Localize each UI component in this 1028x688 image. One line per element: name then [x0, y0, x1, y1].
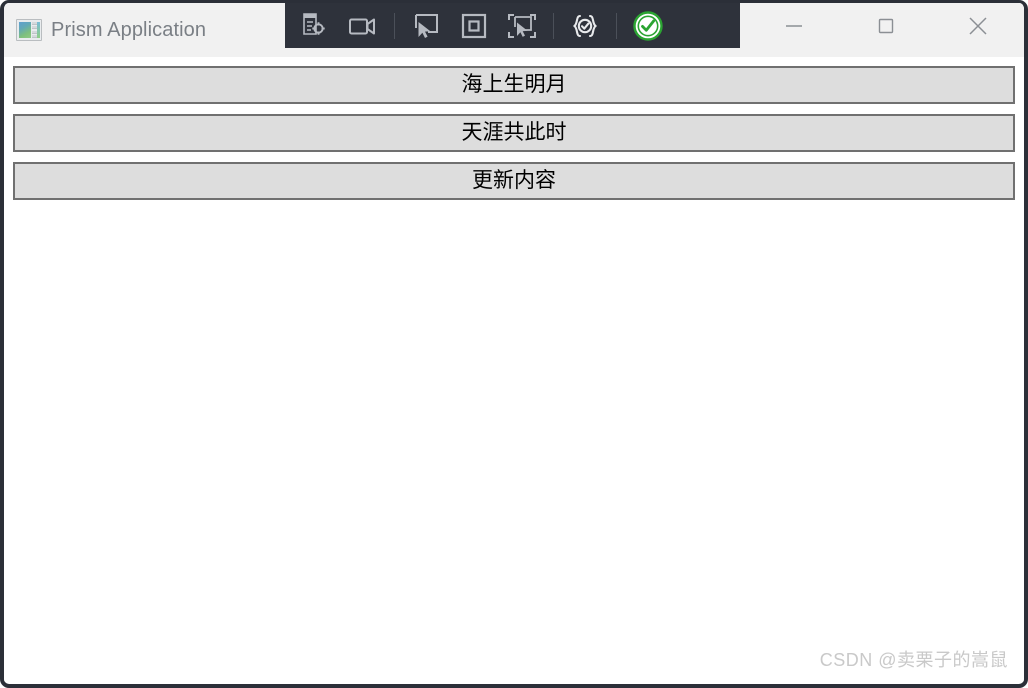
- maximize-button[interactable]: [840, 3, 932, 49]
- watermark: CSDN @卖栗子的嵩鼠: [819, 650, 1008, 670]
- inspect-element-properties-icon[interactable]: [291, 6, 339, 46]
- confirm-check-icon[interactable]: [624, 6, 672, 46]
- close-icon: [969, 17, 987, 35]
- close-button[interactable]: [932, 3, 1024, 49]
- window-controls: [740, 3, 1024, 57]
- inspector-toolbar: [285, 3, 740, 48]
- highlight-element-icon[interactable]: [450, 6, 498, 46]
- minimize-button[interactable]: [748, 3, 840, 49]
- command-button-1[interactable]: 海上生明月: [13, 66, 1015, 104]
- maximize-icon: [878, 18, 894, 34]
- client-area: 海上生明月 天涯共此时 更新内容 CSDN @卖栗子的嵩鼠: [4, 57, 1024, 682]
- title-zone: Prism Application: [4, 3, 285, 57]
- toolbar-separator: [553, 12, 554, 39]
- command-button-3[interactable]: 更新内容: [13, 162, 1015, 200]
- app-icon-pane: [19, 22, 31, 38]
- select-element-icon[interactable]: [402, 6, 450, 46]
- command-button-2[interactable]: 天涯共此时: [13, 114, 1015, 152]
- toolbar-separator: [394, 12, 395, 39]
- code-validate-icon[interactable]: [561, 6, 609, 46]
- toolbar-separator: [616, 12, 617, 39]
- app-icon-accent: [37, 22, 40, 38]
- prism-app-icon: [16, 19, 42, 41]
- minimize-icon: [786, 25, 802, 27]
- title-bar: Prism Application: [4, 3, 1024, 57]
- application-window: Prism Application 海上生明月 天涯共此时 更新内容 CSDN …: [0, 0, 1028, 688]
- record-video-icon[interactable]: [339, 6, 387, 46]
- pick-element-icon[interactable]: [498, 6, 546, 46]
- window-title: Prism Application: [51, 18, 207, 41]
